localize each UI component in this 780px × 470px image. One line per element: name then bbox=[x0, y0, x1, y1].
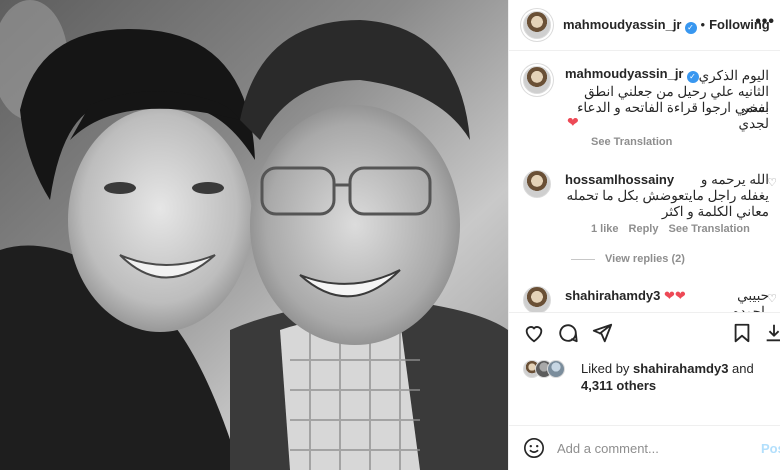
verified-badge-icon: ✓ bbox=[684, 22, 697, 34]
actions-divider bbox=[509, 312, 780, 313]
caption: mahmoudyassin_jr ✓ اليوم الذكري الثانيه ع… bbox=[509, 62, 780, 157]
view-replies-line bbox=[571, 258, 595, 260]
author-avatar[interactable] bbox=[523, 11, 551, 39]
view-replies-button[interactable]: View replies (2) bbox=[571, 253, 695, 265]
comment-line-2: يغفله راجل مايتعوضش بكل ما تحمله bbox=[566, 188, 770, 203]
post-photo[interactable] bbox=[0, 0, 508, 470]
paper-plane-icon[interactable] bbox=[591, 322, 613, 344]
heart-emoji: ❤ bbox=[567, 114, 579, 130]
comment-hearts: ❤❤ bbox=[664, 288, 686, 303]
comment-text: حبيبي ياحوده bbox=[732, 288, 769, 312]
comment-line-3: معاني الكلمة و اكثر bbox=[661, 204, 769, 219]
comment-likes[interactable]: 1 like bbox=[591, 223, 619, 235]
comment-reply-button[interactable]: Reply bbox=[629, 223, 659, 235]
post-side-panel: mahmoudyassin_jr ✓ • Following ••• mahmoudy… bbox=[508, 0, 780, 470]
liked-by-others[interactable]: 4,311 others bbox=[581, 378, 656, 393]
comment-see-translation[interactable]: See Translation bbox=[669, 223, 750, 235]
portrait-illustration bbox=[0, 0, 508, 470]
commenter-avatar[interactable] bbox=[523, 286, 551, 312]
caption-line-3: بفخر . ارجوا قراءة الفاتحه و الدعاء لجدي bbox=[577, 100, 769, 131]
comment-icon[interactable] bbox=[557, 322, 579, 344]
comment-like-heart-icon[interactable]: ♡ bbox=[767, 176, 777, 189]
more-options-icon[interactable]: ••• bbox=[755, 13, 775, 31]
caption-avatar[interactable] bbox=[523, 66, 551, 94]
view-replies-label: View replies (2) bbox=[605, 253, 685, 265]
comment-like-heart-icon[interactable]: ♡ bbox=[767, 292, 777, 305]
header-username[interactable]: mahmoudyassin_jr bbox=[563, 17, 682, 32]
post-header: mahmoudyassin_jr ✓ • Following ••• bbox=[509, 0, 780, 50]
bookmark-icon[interactable] bbox=[731, 322, 753, 344]
action-bar bbox=[523, 322, 780, 350]
liker-avatars[interactable] bbox=[523, 360, 573, 380]
liked-by-user[interactable]: shahirahamdy3 bbox=[633, 361, 728, 376]
add-comment-bar: Add a comment... Post bbox=[509, 425, 780, 470]
post-comment-button[interactable]: Post bbox=[761, 441, 780, 456]
comment-line-1: الله يرحمه و bbox=[700, 172, 769, 187]
liker-avatar bbox=[547, 360, 565, 378]
likes-text: Liked by shahirahamdy3 and 4,311 others bbox=[581, 360, 754, 394]
commenter-avatar[interactable] bbox=[523, 170, 551, 198]
caption-see-translation[interactable]: See Translation bbox=[591, 136, 672, 148]
comment-meta: 1 like Reply See Translation bbox=[591, 223, 760, 235]
header-separator: • bbox=[700, 17, 706, 32]
heart-outline-icon[interactable] bbox=[523, 322, 545, 344]
header-divider bbox=[509, 50, 780, 51]
caption-line-1: اليوم الذكري bbox=[698, 68, 769, 83]
liked-by-and: and bbox=[732, 361, 754, 376]
header-user-line: mahmoudyassin_jr ✓ • Following bbox=[563, 17, 770, 34]
comment-user-line: shahirahamdy3 ❤❤ bbox=[565, 288, 686, 304]
smiley-icon[interactable] bbox=[523, 437, 545, 459]
comment-username[interactable]: shahirahamdy3 bbox=[565, 288, 660, 303]
liked-by-prefix: Liked by bbox=[581, 361, 630, 376]
download-icon[interactable] bbox=[763, 322, 780, 344]
comment-username[interactable]: hossamlhossainy bbox=[565, 172, 674, 187]
comment: shahirahamdy3 ❤❤ حبيبي ياحوده ♡ bbox=[509, 282, 780, 312]
comment: hossamlhossainy الله يرحمه و يغفله راجل … bbox=[509, 168, 780, 268]
add-comment-input[interactable]: Add a comment... bbox=[557, 441, 659, 456]
